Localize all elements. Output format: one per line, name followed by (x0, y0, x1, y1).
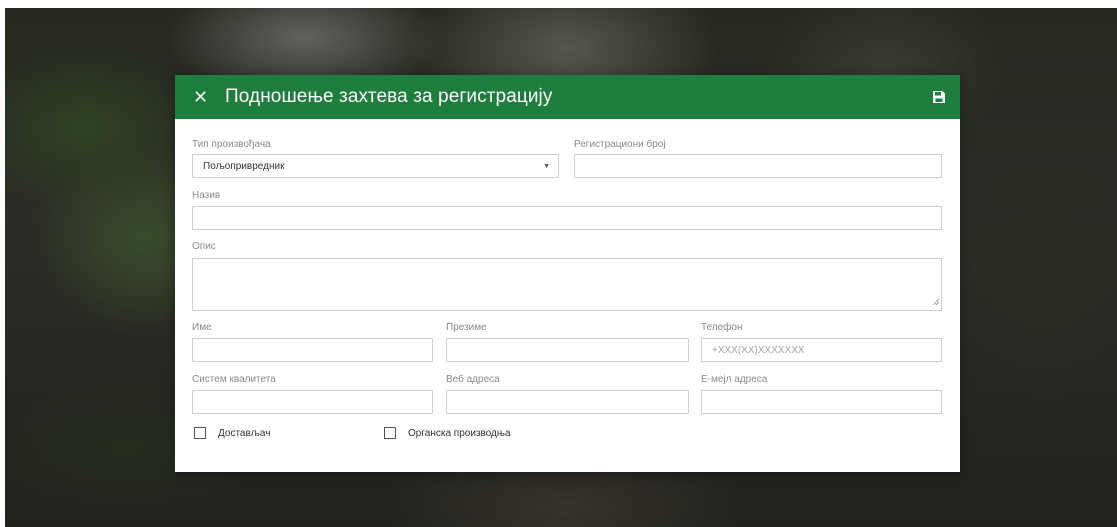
dropdown-arrow-icon: ▼ (543, 163, 550, 170)
phone-placeholder: +XXX(XX)XXXXXXX (712, 344, 805, 356)
organic-label: Органска производња (408, 427, 511, 439)
delivery-checkbox-row[interactable]: Достављач (194, 427, 270, 439)
name-label: Назив (192, 190, 221, 201)
name-input[interactable] (192, 206, 942, 230)
producer-type-label: Тип произвођача (192, 139, 271, 150)
phone-input[interactable]: +XXX(XX)XXXXXXX (701, 338, 942, 362)
delivery-label: Достављач (218, 427, 271, 439)
organic-checkbox-row[interactable]: Органска производња (384, 427, 511, 439)
producer-type-select[interactable]: Пољопривредник ▼ (192, 154, 559, 178)
producer-type-value: Пољопривредник (203, 160, 285, 172)
registration-modal: ✕ Подношење захтева за регистрацију Тип … (175, 75, 960, 472)
close-icon[interactable]: ✕ (193, 88, 209, 106)
first-name-label: Име (192, 322, 212, 333)
email-input[interactable] (701, 390, 942, 414)
last-name-input[interactable] (446, 338, 689, 362)
floppy-disk-icon[interactable] (932, 90, 946, 104)
email-label: Е-мејл адреса (701, 374, 768, 385)
delivery-checkbox[interactable] (194, 427, 206, 439)
phone-label: Телефон (701, 322, 743, 333)
website-input[interactable] (446, 390, 689, 414)
quality-system-label: Систем квалитета (192, 374, 276, 385)
quality-system-input[interactable] (192, 390, 433, 414)
description-label: Опис (192, 241, 216, 252)
website-label: Веб адреса (446, 374, 500, 385)
description-textarea[interactable] (192, 258, 942, 311)
organic-checkbox[interactable] (384, 427, 396, 439)
first-name-input[interactable] (192, 338, 433, 362)
last-name-label: Презиме (446, 322, 487, 333)
registration-number-label: Регистрациони број (574, 139, 666, 150)
registration-number-input[interactable] (574, 154, 942, 178)
modal-title: Подношење захтева за регистрацију (225, 86, 553, 107)
modal-header: ✕ Подношење захтева за регистрацију (175, 75, 960, 119)
resize-grip-icon[interactable] (932, 297, 940, 308)
